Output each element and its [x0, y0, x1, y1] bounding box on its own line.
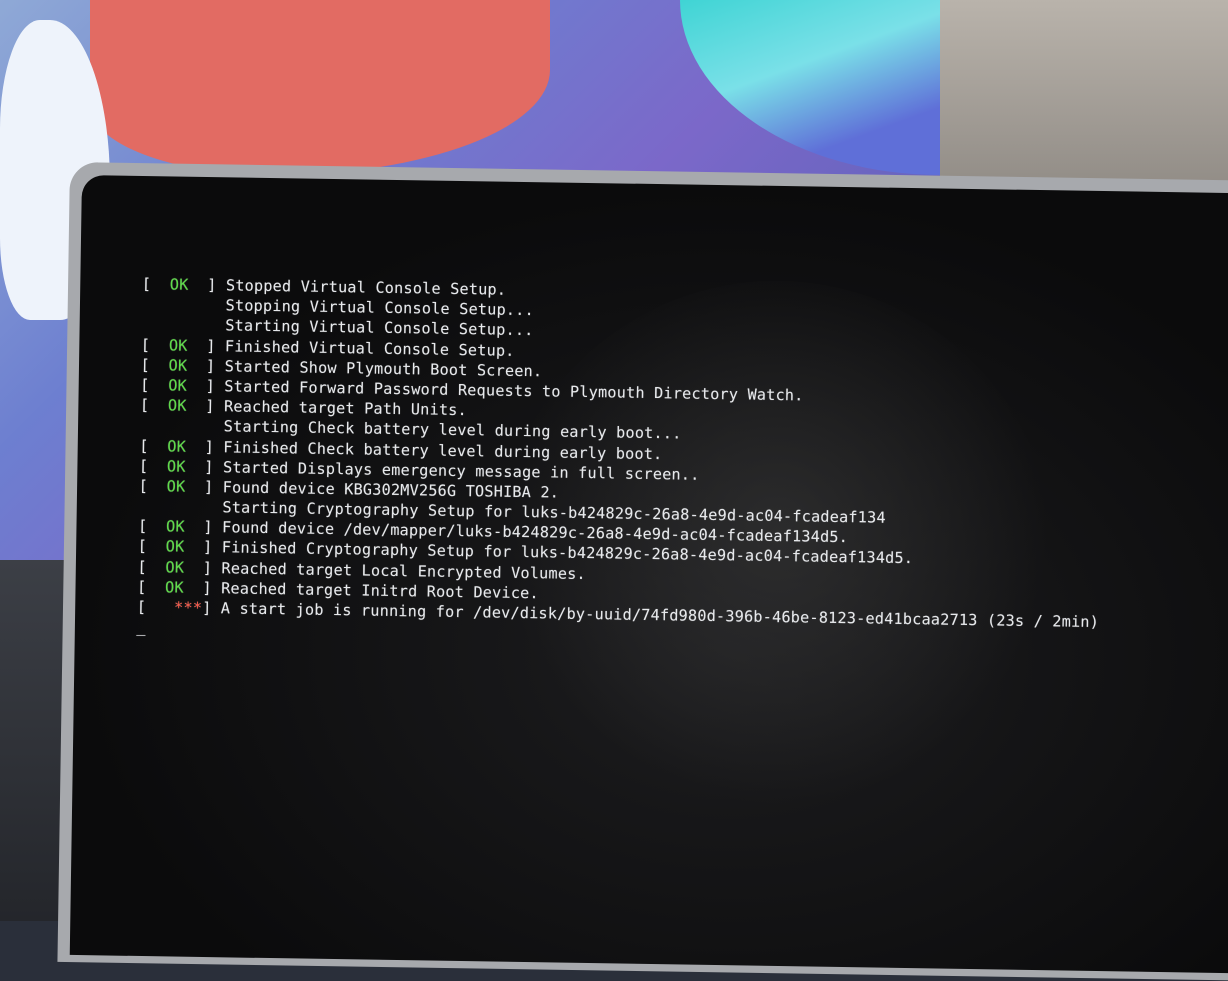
- status-ok-label: OK: [168, 376, 188, 395]
- status-ok-label: OK: [168, 356, 188, 375]
- status-ok-label: OK: [167, 396, 187, 415]
- status-ok-label: OK: [166, 457, 186, 476]
- status-ok-label: OK: [164, 578, 184, 597]
- status-ok-label: OK: [165, 517, 185, 536]
- status-ok-label: OK: [165, 537, 185, 557]
- boot-console: [ OK ] Stopped Virtual Console Setup. St…: [136, 274, 1104, 652]
- background-wall: [940, 0, 1228, 200]
- status-ok-label: OK: [166, 477, 186, 496]
- status-ok-label: OK: [168, 335, 188, 355]
- status-ok-label: OK: [165, 558, 185, 577]
- status-ok-label: OK: [169, 275, 189, 294]
- status-running-label: ***: [173, 598, 203, 617]
- status-ok-label: OK: [167, 436, 187, 456]
- console-line-text: Reached target Path Units.: [223, 397, 468, 420]
